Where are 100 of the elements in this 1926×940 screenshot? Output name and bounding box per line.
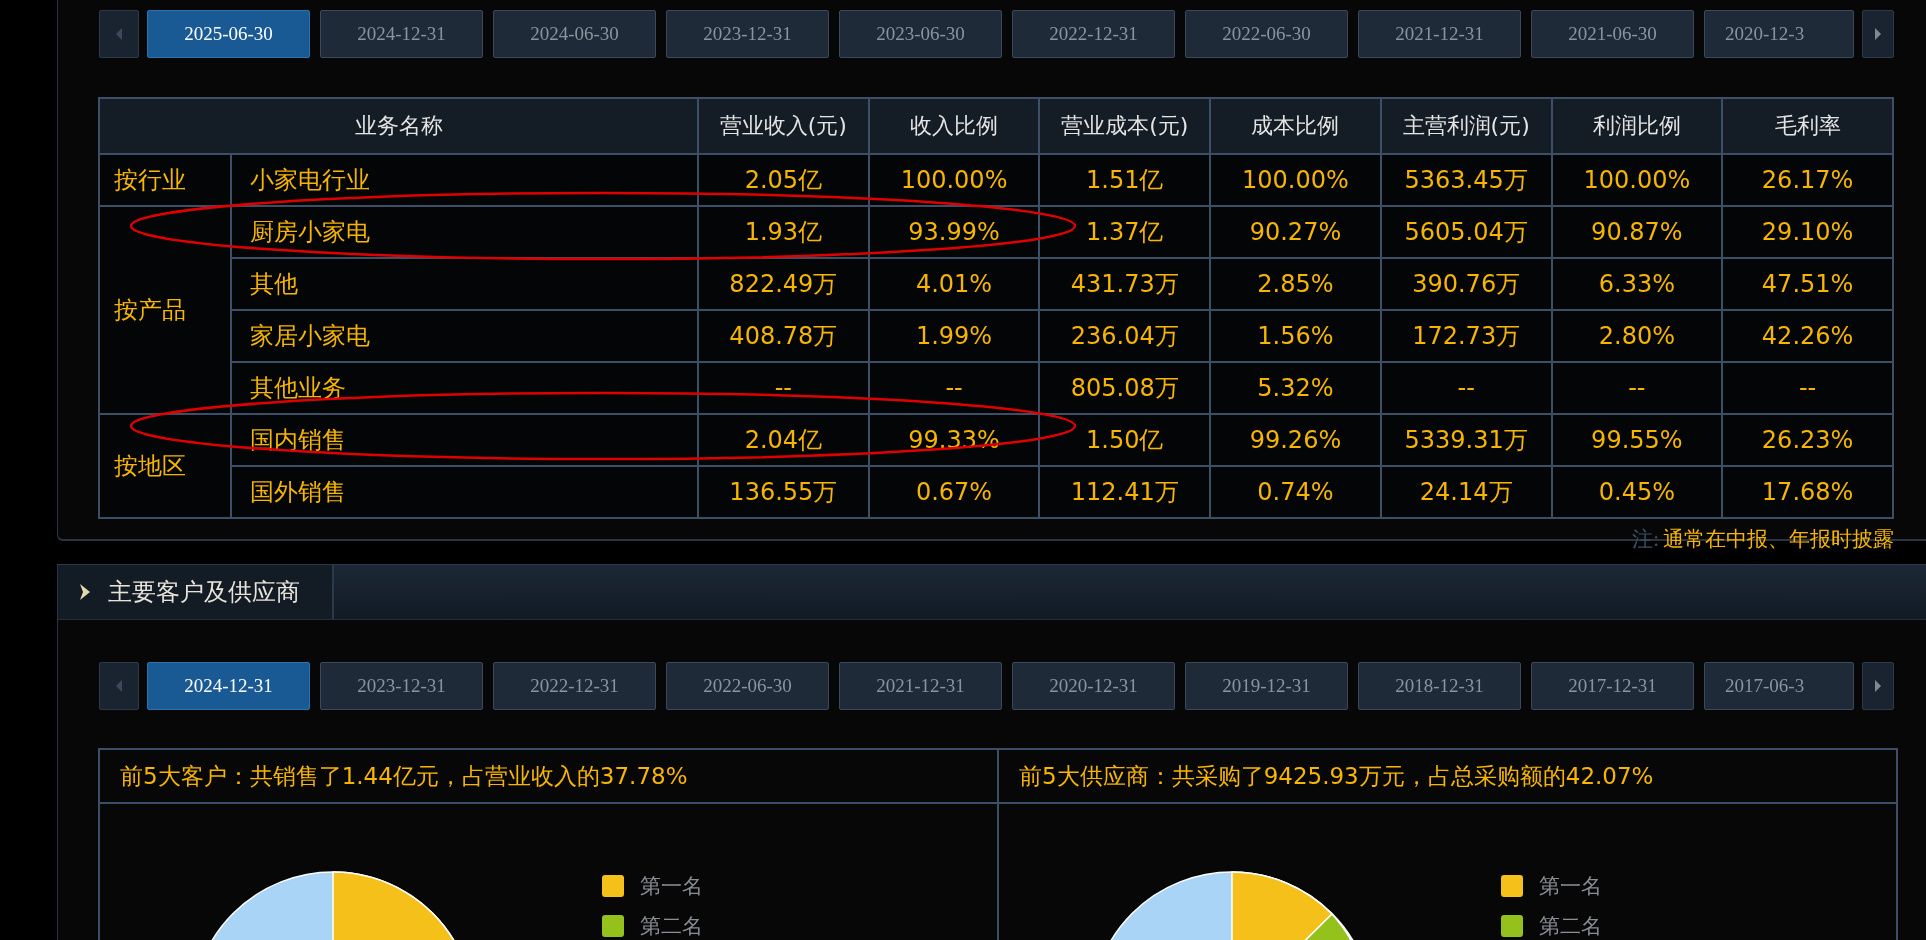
column-header: 利润比例 — [1551, 98, 1723, 154]
table-cell: 6.33% — [1551, 258, 1723, 310]
table-cell: 2.04亿 — [698, 414, 869, 466]
next-button[interactable] — [1862, 662, 1894, 710]
column-header: 收入比例 — [868, 98, 1040, 154]
date-tab[interactable]: 2021-12-31 — [839, 662, 1002, 710]
date-tab[interactable]: 2017-06-3 — [1704, 662, 1854, 710]
date-tab[interactable]: 2023-12-31 — [666, 10, 829, 58]
table-cell: 2.80% — [1551, 310, 1723, 362]
table-cell: 29.10% — [1722, 206, 1893, 258]
column-header: 营业成本(元) — [1039, 98, 1211, 154]
table-cell: 4.01% — [868, 258, 1040, 310]
date-tab[interactable]: 2021-06-30 — [1531, 10, 1694, 58]
table-cell: -- — [1551, 362, 1723, 414]
business-name-cell: 国外销售 — [231, 466, 698, 518]
table-cell: 1.56% — [1210, 310, 1381, 362]
previous-button[interactable] — [99, 10, 139, 58]
legend-label: 第一名 — [1539, 873, 1602, 900]
date-tab[interactable]: 2020-12-3 — [1704, 10, 1854, 58]
table-cell: 0.45% — [1551, 466, 1723, 518]
table-cell: 431.73万 — [1039, 258, 1211, 310]
right-arrow-icon — [1873, 27, 1883, 41]
group-cell: 按地区 — [99, 414, 231, 518]
date-tab[interactable]: 2023-12-31 — [320, 662, 483, 710]
table-cell: 0.74% — [1210, 466, 1381, 518]
business-name-cell: 小家电行业 — [231, 154, 698, 206]
table-cell: 112.41万 — [1039, 466, 1211, 518]
date-tab[interactable]: 2021-12-31 — [1358, 10, 1521, 58]
date-tab[interactable]: 2019-12-31 — [1185, 662, 1348, 710]
date-tab[interactable]: 2024-06-30 — [493, 10, 656, 58]
table-cell: 0.67% — [868, 466, 1040, 518]
date-tab[interactable]: 2017-12-31 — [1531, 662, 1694, 710]
business-name-cell: 厨房小家电 — [231, 206, 698, 258]
section-title: 主要客户及供应商 — [108, 578, 300, 607]
right-arrow-icon — [1873, 679, 1883, 693]
table-cell: 17.68% — [1722, 466, 1893, 518]
group-cell: 按行业 — [99, 154, 231, 206]
date-tab[interactable]: 2022-06-30 — [666, 662, 829, 710]
table-cell: 236.04万 — [1039, 310, 1211, 362]
chevron-icon — [78, 583, 92, 601]
table-cell: 100.00% — [1551, 154, 1723, 206]
table-cell: 408.78万 — [698, 310, 869, 362]
table-cell: 822.49万 — [698, 258, 869, 310]
date-tab[interactable]: 2023-06-30 — [839, 10, 1002, 58]
table-cell: 136.55万 — [698, 466, 869, 518]
date-tab[interactable]: 2020-12-31 — [1012, 662, 1175, 710]
date-tab[interactable]: 2024-12-31 — [320, 10, 483, 58]
table-cell: 90.27% — [1210, 206, 1381, 258]
table-cell: -- — [1380, 362, 1552, 414]
column-header: 毛利率 — [1722, 98, 1893, 154]
table-cell: 1.51亿 — [1039, 154, 1211, 206]
column-header: 主营利润(元) — [1380, 98, 1552, 154]
date-tab[interactable]: 2025-06-30 — [147, 10, 310, 58]
table-cell: 90.87% — [1551, 206, 1723, 258]
business-name-cell: 其他 — [231, 258, 698, 310]
table-cell: 26.17% — [1722, 154, 1893, 206]
date-tab[interactable]: 2022-12-31 — [1012, 10, 1175, 58]
table-cell: 5363.45万 — [1380, 154, 1552, 206]
summary-title: 前5大供应商：共采购了9425.93万元，占总采购额的42.07% — [999, 750, 1896, 804]
table-cell: 390.76万 — [1380, 258, 1552, 310]
table-cell: -- — [698, 362, 869, 414]
table-cell: -- — [868, 362, 1040, 414]
table-cell: 100.00% — [868, 154, 1040, 206]
legend-label: 第一名 — [640, 873, 703, 900]
table-cell: 172.73万 — [1380, 310, 1552, 362]
column-header: 业务名称 — [99, 98, 698, 154]
note-label: 注: — [1632, 526, 1659, 553]
table-cell: -- — [1722, 362, 1893, 414]
group-cell: 按产品 — [99, 206, 231, 414]
table-cell: 2.85% — [1210, 258, 1381, 310]
table-cell: 99.55% — [1551, 414, 1723, 466]
previous-button[interactable] — [99, 662, 139, 710]
table-cell: 24.14万 — [1380, 466, 1552, 518]
business-name-cell: 家居小家电 — [231, 310, 698, 362]
date-tab[interactable]: 2024-12-31 — [147, 662, 310, 710]
table-cell: 99.26% — [1210, 414, 1381, 466]
left-arrow-icon — [114, 27, 124, 41]
date-tab[interactable]: 2022-06-30 — [1185, 10, 1348, 58]
table-cell: 1.93亿 — [698, 206, 869, 258]
table-cell: 1.50亿 — [1039, 414, 1211, 466]
summary-title: 前5大客户：共销售了1.44亿元，占营业收入的37.78% — [100, 750, 997, 804]
date-tab[interactable]: 2022-12-31 — [493, 662, 656, 710]
table-cell: 805.08万 — [1039, 362, 1211, 414]
table-cell: 5.32% — [1210, 362, 1381, 414]
column-header: 营业收入(元) — [698, 98, 869, 154]
column-header: 成本比例 — [1210, 98, 1381, 154]
legend-label: 第二名 — [1539, 913, 1602, 940]
note-text: 通常在中报、年报时披露 — [1663, 526, 1894, 553]
legend-label: 第二名 — [640, 913, 703, 940]
next-button[interactable] — [1862, 10, 1894, 58]
table-cell: 42.26% — [1722, 310, 1893, 362]
table-cell: 5339.31万 — [1380, 414, 1552, 466]
table-cell: 1.37亿 — [1039, 206, 1211, 258]
table-cell: 47.51% — [1722, 258, 1893, 310]
table-cell: 1.99% — [868, 310, 1040, 362]
table-cell: 100.00% — [1210, 154, 1381, 206]
table-cell: 2.05亿 — [698, 154, 869, 206]
left-arrow-icon — [114, 679, 124, 693]
business-name-cell: 其他业务 — [231, 362, 698, 414]
date-tab[interactable]: 2018-12-31 — [1358, 662, 1521, 710]
